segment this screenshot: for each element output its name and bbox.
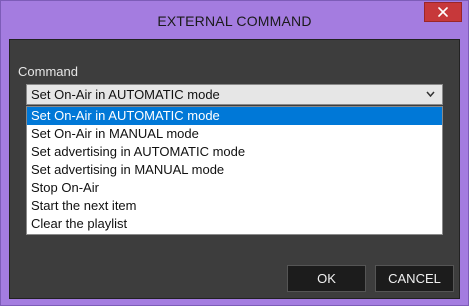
cancel-button[interactable]: CANCEL <box>375 265 454 292</box>
dropdown-option[interactable]: Stop On-Air <box>27 179 442 197</box>
close-icon <box>438 7 448 17</box>
dropdown-option[interactable]: Set advertising in AUTOMATIC mode <box>27 143 442 161</box>
dropdown-option[interactable]: Set On-Air in MANUAL mode <box>27 125 442 143</box>
command-selected-value: Set On-Air in AUTOMATIC mode <box>31 87 220 102</box>
chevron-down-icon <box>426 91 435 97</box>
close-button[interactable] <box>424 2 462 22</box>
dropdown-option[interactable]: Set On-Air in AUTOMATIC mode <box>27 107 442 125</box>
dropdown-option[interactable]: Start the next item <box>27 197 442 215</box>
command-select[interactable]: Set On-Air in AUTOMATIC mode <box>26 84 443 105</box>
ok-button[interactable]: OK <box>287 265 366 292</box>
dropdown-option[interactable]: Set advertising in MANUAL mode <box>27 161 442 179</box>
window-title: EXTERNAL COMMAND <box>157 13 312 29</box>
command-dropdown-list: Set On-Air in AUTOMATIC mode Set On-Air … <box>26 106 443 235</box>
command-label: Command <box>18 64 78 79</box>
dropdown-option[interactable]: Clear the playlist <box>27 215 442 233</box>
title-bar[interactable]: EXTERNAL COMMAND <box>1 1 468 39</box>
